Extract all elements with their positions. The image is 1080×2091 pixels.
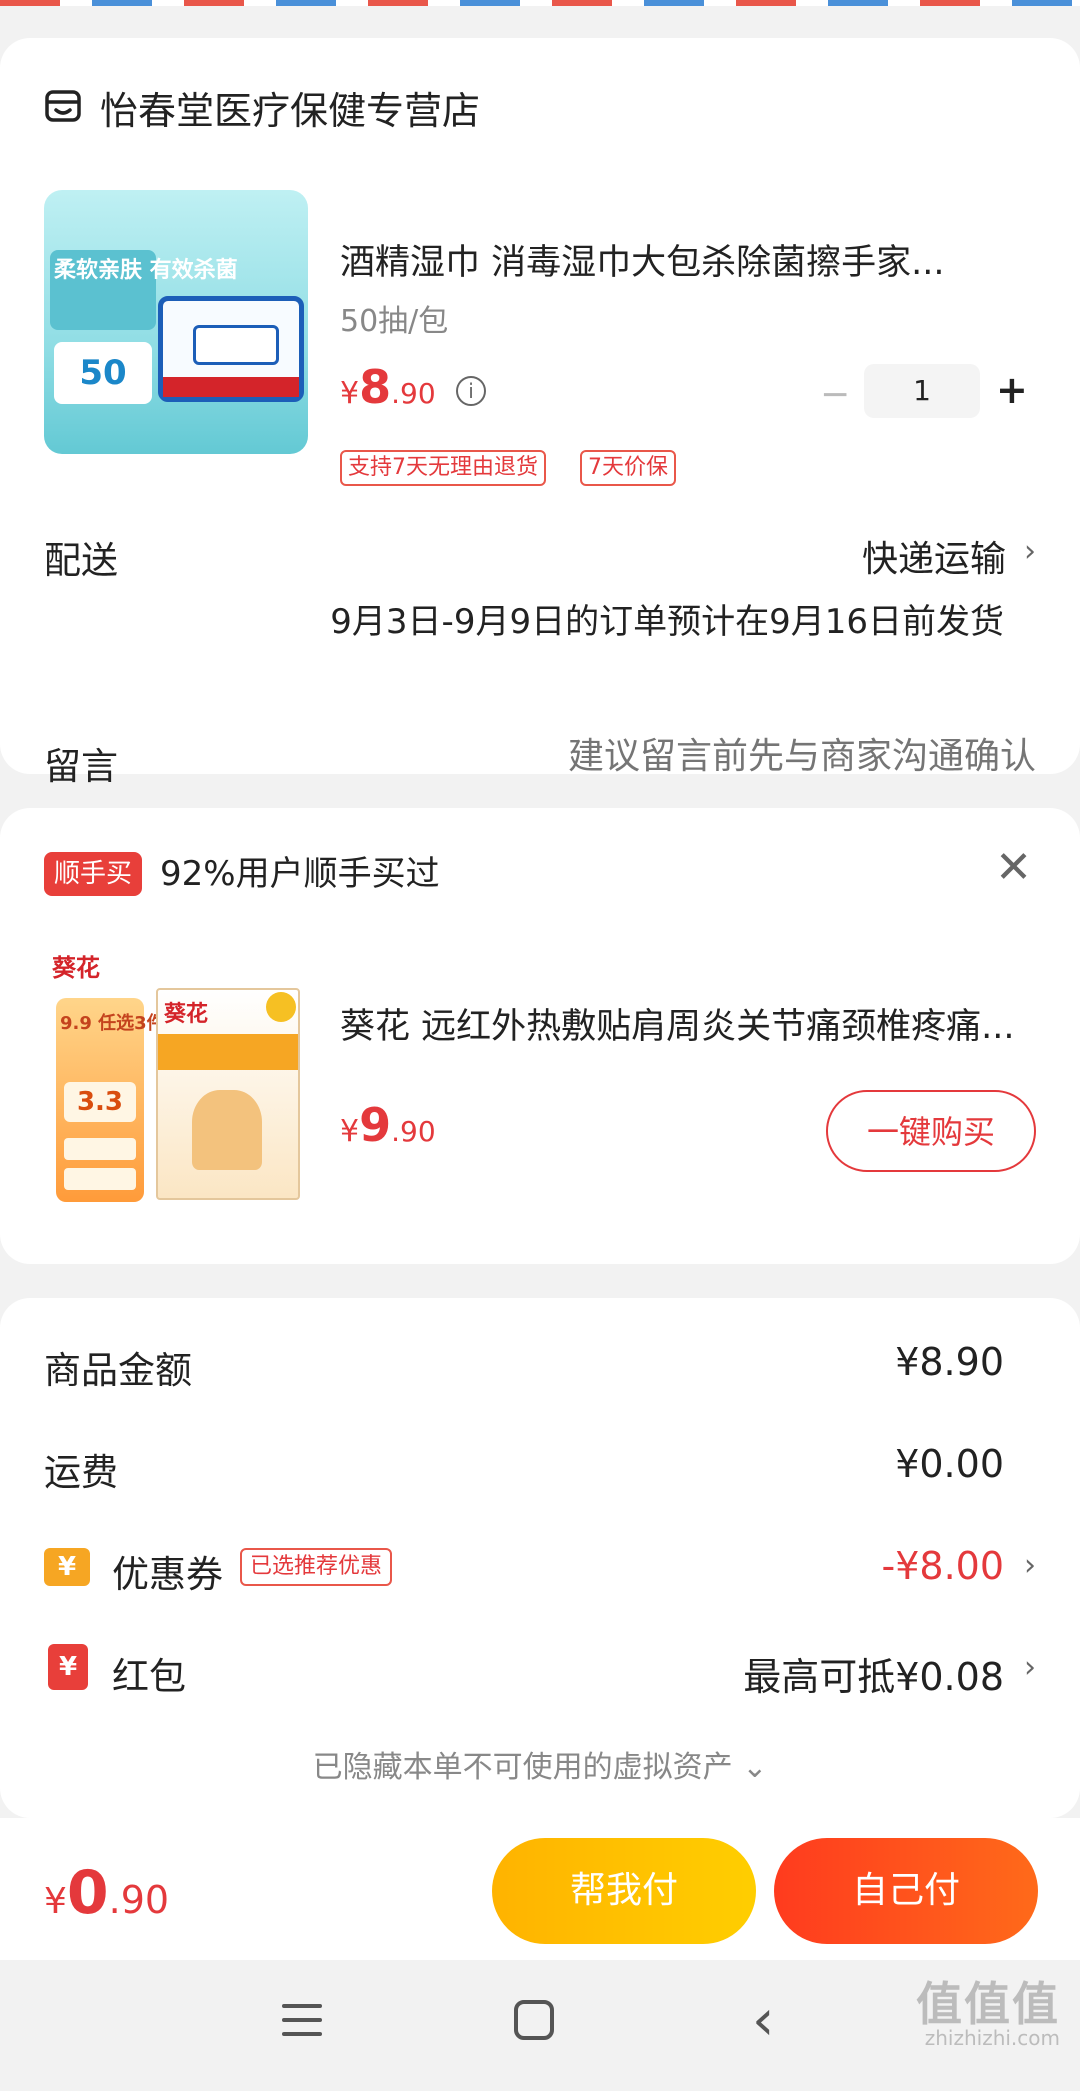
addon-card: 顺手买 92%用户顺手买过 ✕ 葵花 9.9 任选3件 3.3 葵花 葵花 远红… (0, 808, 1080, 1264)
freight-value: ¥0.00 (895, 1442, 1004, 1486)
shop-icon (45, 90, 81, 122)
total-price: ¥0.90 (44, 1858, 170, 1928)
addon-text: 92%用户顺手买过 (160, 854, 440, 894)
shipping-label: 配送 (44, 539, 118, 582)
message-label: 留言 (44, 745, 118, 788)
home-icon[interactable] (514, 2000, 554, 2040)
addon-image-logo: 葵花 (52, 954, 100, 982)
product-spec[interactable]: 50抽/包 (340, 296, 448, 340)
quantity-minus-button[interactable]: − (820, 374, 850, 415)
quantity-plus-button[interactable]: + (996, 368, 1028, 412)
bottom-action-bar: ¥0.90 帮我付 自己付 (0, 1818, 1080, 1960)
product-price: ¥8.90 (340, 360, 436, 414)
addon-product-price: ¥9.90 (340, 1098, 436, 1152)
back-icon[interactable]: ‹ (752, 1988, 774, 2053)
addon-product-image[interactable]: 葵花 9.9 任选3件 3.3 葵花 (44, 948, 304, 1208)
close-icon[interactable]: ✕ (995, 842, 1032, 893)
quantity-input[interactable]: 1 (864, 364, 980, 418)
hidden-assets-toggle[interactable]: 已隐藏本单不可使用的虚拟资产 ⌄ (0, 1742, 1080, 1786)
addon-image-box: 葵花 (156, 988, 300, 1200)
message-input[interactable] (496, 736, 1036, 777)
system-nav-bar: ‹ 值值值 zhizhizhi.com (0, 1960, 1080, 2091)
coupon-value[interactable]: -¥8.00 (882, 1544, 1005, 1588)
coupon-icon: ¥ (44, 1548, 90, 1586)
product-image-count: 50 (54, 342, 152, 404)
product-image[interactable]: 柔软亲肤 有效杀菌 50 (44, 190, 308, 454)
red-packet-value[interactable]: 最高可抵¥0.08 (743, 1646, 1004, 1701)
shop-name[interactable]: 怡春堂医疗保健专营店 (100, 80, 480, 135)
product-image-tag: 柔软亲肤 有效杀菌 (50, 250, 238, 330)
goods-amount-value: ¥8.90 (895, 1340, 1004, 1384)
coupon-tag: 已选推荐优惠 (240, 1548, 393, 1586)
red-packet-icon: ¥ (48, 1644, 88, 1690)
red-packet-label[interactable]: 红包 (112, 1646, 186, 1700)
addon-product-title[interactable]: 葵花 远红外热敷贴肩周炎关节痛颈椎疼痛... (340, 998, 1030, 1049)
coupon-label[interactable]: 优惠券 (112, 1544, 223, 1598)
product-title[interactable]: 酒精湿巾 消毒湿巾大包杀除菌擦手家... (340, 234, 1020, 285)
badge-price-protect: 7天价保 (580, 450, 676, 486)
chevron-right-icon[interactable]: › (1024, 1650, 1036, 1685)
goods-amount-label: 商品金额 (44, 1349, 192, 1392)
pay-myself-button[interactable]: 自己付 (774, 1838, 1038, 1944)
one-click-buy-button[interactable]: 一键购买 (826, 1090, 1036, 1172)
summary-card: 商品金额 ¥8.90 运费 ¥0.00 ¥ 优惠券 已选推荐优惠 -¥8.00 … (0, 1298, 1080, 1818)
info-icon[interactable]: i (456, 376, 486, 406)
addon-image-promo: 9.9 任选3件 3.3 (56, 998, 165, 1202)
chevron-right-icon[interactable]: › (1024, 1548, 1036, 1583)
watermark-url: zhizhizhi.com (924, 2026, 1060, 2050)
recent-apps-icon[interactable] (282, 2004, 322, 2046)
freight-label: 运费 (44, 1451, 118, 1494)
chevron-right-icon[interactable]: › (1024, 534, 1036, 569)
shipping-note: 9月3日-9月9日的订单预计在9月16日前发货 (330, 602, 1004, 642)
help-me-pay-button[interactable]: 帮我付 (492, 1838, 756, 1944)
airmail-border (0, 0, 1080, 6)
watermark: 值值值 (916, 1977, 1060, 2031)
product-image-pack (158, 296, 304, 402)
shop-card: 怡春堂医疗保健专营店 柔软亲肤 有效杀菌 50 酒精湿巾 消毒湿巾大包杀除菌擦手… (0, 38, 1080, 788)
addon-tag: 顺手买 (44, 852, 142, 896)
shipping-method[interactable]: 快递运输 (862, 530, 1006, 582)
badge-7day-return: 支持7天无理由退货 (340, 450, 546, 486)
